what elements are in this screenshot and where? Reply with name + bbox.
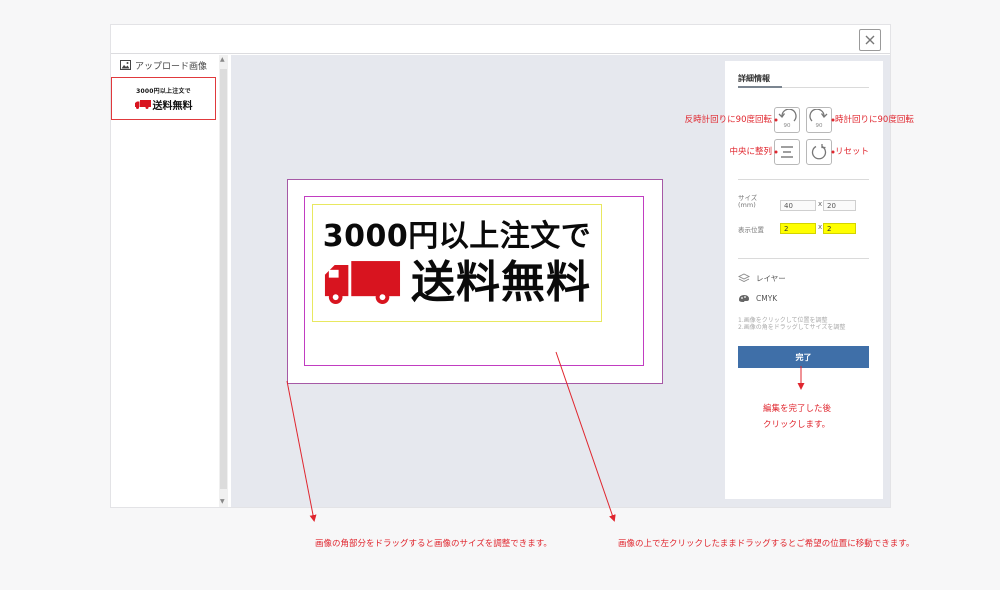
annotation-rotate-cw: 時計回りに90度回転 [835, 115, 914, 125]
annotation-move-hint: 画像の上で左クリックしたままドラッグするとご希望の位置に移動できます。 [618, 539, 915, 549]
cmyk-row[interactable]: CMYK [738, 293, 777, 303]
reset-button[interactable] [806, 139, 832, 165]
layer-label: レイヤー [756, 274, 786, 283]
uploaded-image-thumbnail[interactable]: 3000円以上注文で 送料無料 [111, 77, 216, 120]
section-divider [738, 179, 869, 180]
annotation-resize-hint: 画像の角部分をドラッグすると画像のサイズを調整できます。 [315, 539, 552, 549]
section-divider [738, 258, 869, 259]
editor-modal: アップロード画像 3000円以上注文で 送料無料 ▲ ▼ 3000円以上注文で [110, 24, 891, 508]
close-button[interactable] [859, 29, 881, 51]
thumbnail-text-line2: 送料無料 [152, 100, 193, 112]
annotation-done-hint-1: 編集を完了した後 [763, 404, 832, 414]
upload-panel-header: アップロード画像 [111, 55, 219, 75]
tab-active-indicator [738, 86, 782, 88]
bleed-area: 3000円以上注文で 送料無料 [287, 179, 663, 384]
layers-icon [738, 273, 750, 283]
annotation-rotate-ccw: 反時計回りに90度回転 [684, 115, 772, 125]
thumbnail-text-line1: 3000円以上注文で [136, 87, 191, 95]
tab-details[interactable]: 詳細情報 [738, 73, 770, 84]
position-x-input[interactable] [780, 223, 816, 234]
details-panel: 詳細情報 90 90 サイズ (mm) 40 x 20 表示位置 2 x 2 レ… [725, 61, 883, 499]
scroll-up-icon[interactable]: ▲ [220, 57, 225, 63]
rotate-cw-icon: 90 [809, 109, 828, 129]
annotation-reset: リセット [835, 147, 870, 157]
position-x-separator: x [818, 223, 823, 231]
artwork-text-line2-row: 送料無料 [323, 260, 591, 306]
scrollbar-thumb[interactable] [220, 69, 227, 489]
rotate-ccw-icon: 90 [778, 109, 797, 129]
done-button[interactable]: 完了 [738, 346, 869, 368]
artwork-text-line1: 3000円以上注文で [322, 219, 592, 254]
truck-icon [134, 99, 151, 109]
reset-icon [811, 144, 827, 160]
design-canvas[interactable]: 3000円以上注文で 送料無料 [231, 55, 725, 507]
placed-image[interactable]: 3000円以上注文で 送料無料 [312, 204, 602, 322]
truck-icon [324, 261, 401, 304]
position-label: 表示位置 [738, 226, 764, 234]
size-x-separator: x [818, 200, 823, 208]
thumbnail-text-line2-row: 送料無料 [134, 97, 193, 112]
annotation-center-align: 中央に整列 [729, 147, 772, 157]
rotate-ccw-button[interactable]: 90 [774, 107, 800, 133]
color-palette-icon [739, 295, 749, 302]
rotate-ccw-value: 90 [784, 123, 791, 129]
align-center-icon [781, 146, 793, 158]
size-width-input[interactable] [780, 200, 816, 211]
center-align-button[interactable] [774, 139, 800, 165]
layer-row[interactable]: レイヤー [738, 273, 786, 284]
close-icon [865, 35, 875, 45]
size-label: サイズ (mm) [738, 194, 758, 209]
position-y-input[interactable] [823, 223, 856, 234]
header-divider [111, 53, 890, 54]
scroll-down-icon[interactable]: ▼ [220, 499, 225, 505]
annotation-done-hint-2: クリックします。 [763, 420, 831, 430]
upload-panel-scrollbar[interactable]: ▲ ▼ [219, 55, 228, 507]
image-icon [120, 60, 131, 70]
cmyk-label: CMYK [756, 293, 778, 303]
rotate-cw-button[interactable]: 90 [806, 107, 832, 133]
upload-panel: アップロード画像 3000円以上注文で 送料無料 [111, 55, 219, 507]
rotate-cw-value: 90 [816, 123, 823, 129]
upload-panel-title: アップロード画像 [135, 61, 208, 72]
artwork-text-line2: 送料無料 [411, 257, 591, 308]
instruction-note-2: 2.画像の角をドラッグしてサイズを調整 [738, 324, 846, 331]
size-height-input[interactable] [823, 200, 856, 211]
